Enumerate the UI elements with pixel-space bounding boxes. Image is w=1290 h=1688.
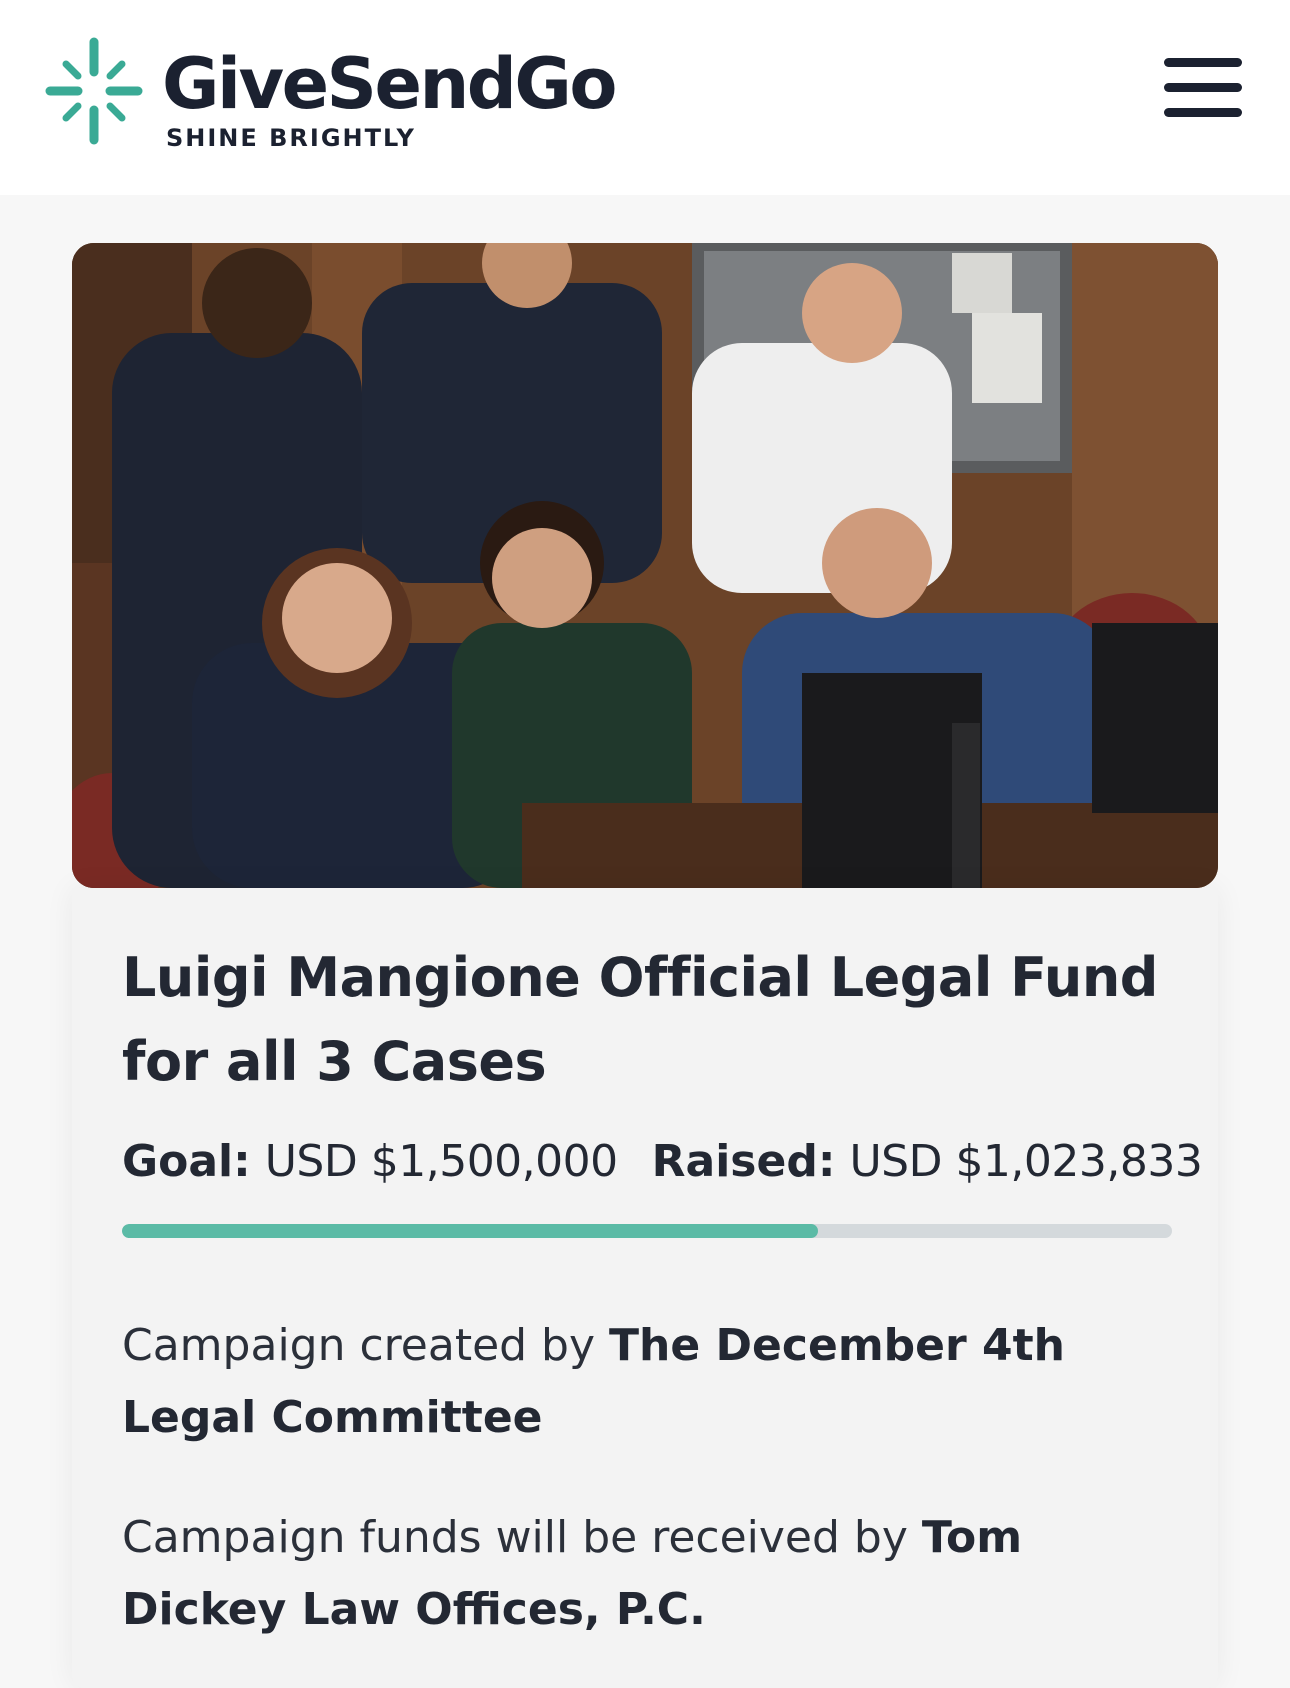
funding-progress-bar xyxy=(122,1224,1172,1238)
hamburger-menu-icon[interactable] xyxy=(1158,52,1242,132)
campaign-creator: Campaign created by The December 4th Leg… xyxy=(122,1310,1182,1454)
campaign-summary-card: Luigi Mangione Official Legal Fund for a… xyxy=(72,888,1218,1688)
site-header: GiveSendGo SHINE BRIGHTLY xyxy=(0,0,1290,195)
campaign-title[interactable]: Luigi Mangione Official Legal Fund for a… xyxy=(122,936,1172,1104)
raised-label: Raised: xyxy=(651,1136,836,1187)
raised-value: USD $1,023,833 xyxy=(849,1136,1203,1187)
campaign-photo xyxy=(72,243,1218,888)
funding-stats: Goal: USD $1,500,000 Raised: USD $1,023,… xyxy=(122,1134,1203,1190)
courtroom-photo xyxy=(72,243,1218,888)
goal-value: USD $1,500,000 xyxy=(264,1136,618,1187)
goal-label: Goal: xyxy=(122,1136,251,1187)
menu-bar xyxy=(1164,108,1242,117)
recipient-prefix: Campaign funds will be received by xyxy=(122,1512,908,1563)
menu-bar xyxy=(1164,83,1242,92)
brand-tagline: SHINE BRIGHTLY xyxy=(166,124,416,152)
givesendgo-logo[interactable]: GiveSendGo SHINE BRIGHTLY xyxy=(44,32,684,152)
brand-name: GiveSendGo xyxy=(162,43,617,125)
menu-bar xyxy=(1164,58,1242,67)
campaign-recipient: Campaign funds will be received by Tom D… xyxy=(122,1502,1182,1646)
funding-progress-fill xyxy=(122,1224,819,1238)
sparkle-logo-icon xyxy=(45,37,143,145)
creator-prefix: Campaign created by xyxy=(122,1320,596,1371)
